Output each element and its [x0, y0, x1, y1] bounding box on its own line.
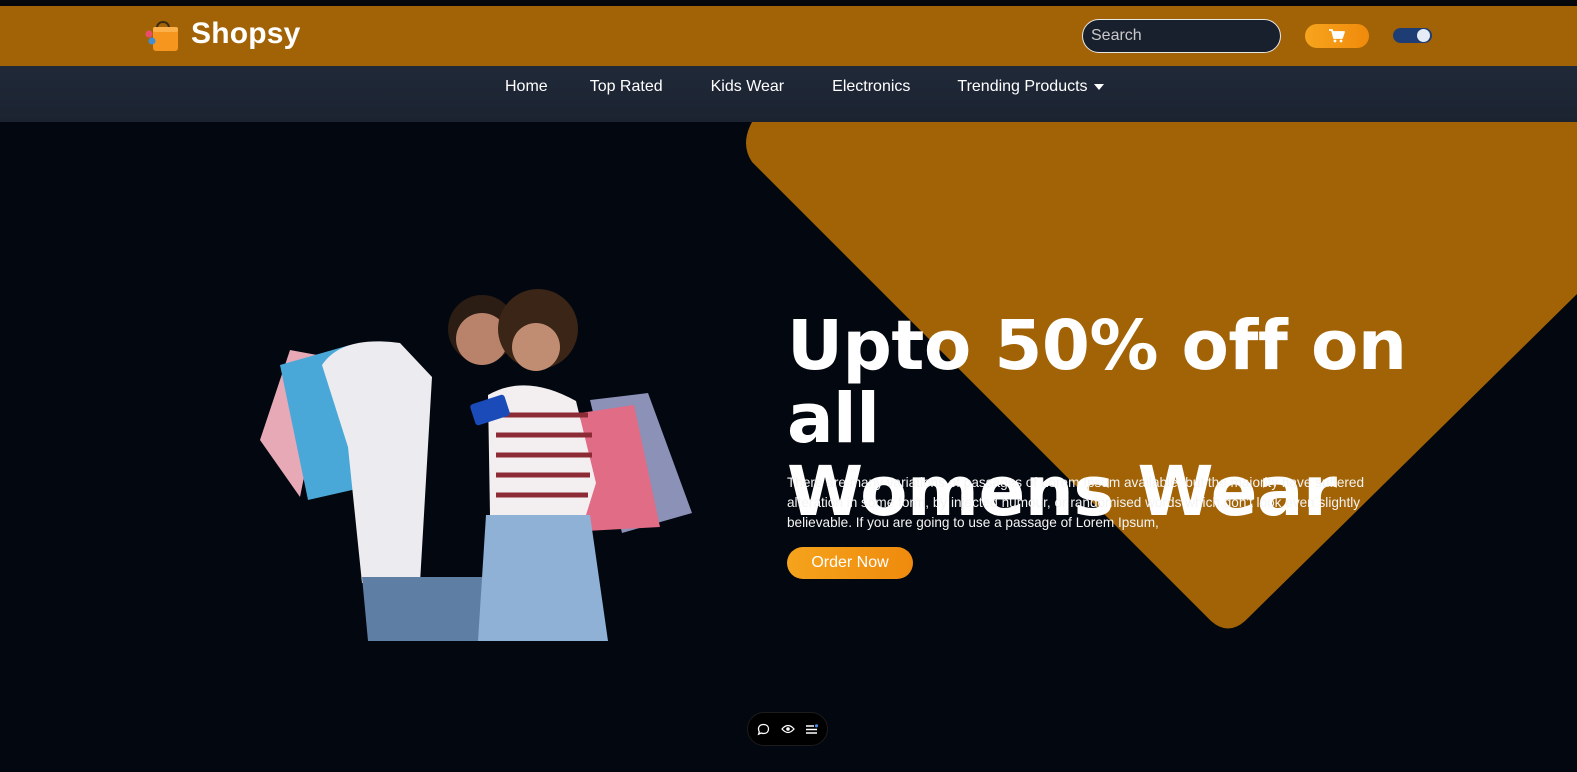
nav-item-home[interactable]: Home	[505, 78, 548, 96]
nav-item-kids-wear[interactable]: Kids Wear	[711, 78, 785, 96]
hero-image-couple-with-shopping-bags	[260, 289, 692, 641]
hero-headline-line1: Upto 50% off on all	[787, 306, 1407, 459]
order-now-button[interactable]: Order Now	[787, 547, 913, 579]
main-navigation: Home Top Rated Kids Wear Electronics Tre…	[0, 66, 1577, 122]
nav-list: Home Top Rated Kids Wear Electronics Tre…	[505, 77, 1104, 97]
nav-item-trending-label: Trending Products	[957, 78, 1088, 95]
nav-item-electronics[interactable]: Electronics	[832, 78, 910, 96]
hero-description: There are many variations of passages of…	[787, 475, 1365, 530]
eye-icon[interactable]	[780, 722, 795, 737]
cart-icon	[1329, 29, 1345, 43]
dark-mode-toggle[interactable]	[1393, 28, 1432, 43]
toggle-knob	[1417, 29, 1430, 42]
logo[interactable]: Shopsy	[144, 14, 301, 54]
nav-item-trending-products[interactable]: Trending Products	[957, 78, 1104, 96]
comment-icon[interactable]	[756, 722, 771, 737]
search-input[interactable]	[1082, 19, 1281, 53]
caret-down-icon	[1093, 84, 1104, 90]
site-header: Shopsy	[0, 6, 1577, 66]
menu-icon[interactable]	[804, 722, 819, 737]
cart-button[interactable]	[1305, 24, 1369, 48]
nav-item-top-rated[interactable]: Top Rated	[590, 78, 663, 96]
floating-toolbar	[747, 712, 828, 746]
brand-name: Shopsy	[191, 17, 301, 50]
shopping-bag-logo-icon	[145, 21, 178, 51]
